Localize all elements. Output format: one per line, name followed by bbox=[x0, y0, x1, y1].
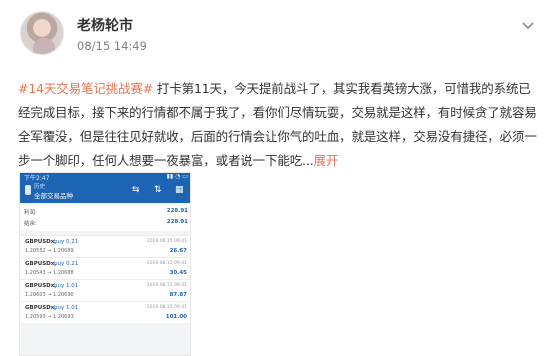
trade-prices: 1.20593 → 1.20693 bbox=[25, 314, 74, 320]
trade-side: buy 0.21 bbox=[54, 261, 79, 267]
trade-prices: 1.20603 → 1.20690 bbox=[25, 292, 74, 298]
summary-value: 228.91 bbox=[166, 208, 188, 214]
trade-prices: 1.20552 → 1.20689 bbox=[25, 248, 74, 254]
trade-profit: 101.00 bbox=[165, 314, 187, 320]
status-time: 下午2:47 bbox=[24, 175, 50, 182]
trade-time: 2019.08.15 09:41 bbox=[146, 239, 187, 244]
post-timestamp: 08/15 14:49 bbox=[77, 39, 147, 53]
trade-prices: 1.20543 → 1.20688 bbox=[25, 270, 74, 276]
avatar[interactable] bbox=[20, 11, 64, 55]
app-header: 下午2:47 ▮▮ ◔ ▭ 历史 全部交易品种 ⇆ ⇅ ▦ bbox=[20, 173, 190, 203]
summary-value: 228.91 bbox=[166, 219, 188, 225]
hashtag-link[interactable]: #14天交易笔记挑战赛# bbox=[18, 81, 153, 96]
back-arrow-icon bbox=[25, 185, 31, 195]
summary-label: 结余: bbox=[24, 221, 37, 227]
chevron-down-icon[interactable] bbox=[520, 17, 536, 33]
summary-row: 结余: 228.91 bbox=[24, 219, 188, 229]
trade-symbol: GBPUSDx, bbox=[25, 261, 57, 267]
trade-side: buy 1.01 bbox=[54, 305, 79, 311]
username[interactable]: 老杨轮市 bbox=[77, 15, 133, 35]
trade-time: 2019.08.15 09:41 bbox=[146, 283, 187, 288]
trade-row: GBPUSDx, buy 1.01 2019.08.15 09:41 1.205… bbox=[20, 301, 190, 323]
trade-row: GBPUSDx, buy 1.01 2019.08.15 09:41 1.206… bbox=[20, 279, 190, 301]
summary-label: 利润: bbox=[24, 210, 37, 216]
trade-time: 2019.08.15 09:41 bbox=[146, 305, 187, 310]
trade-symbol: GBPUSDx, bbox=[25, 305, 57, 311]
nav-subtitle: 历史 bbox=[34, 184, 46, 190]
trade-time: 2019.08.15 09:41 bbox=[146, 261, 187, 266]
trade-side: buy 1.01 bbox=[54, 283, 79, 289]
post-header: 老杨轮市 08/15 14:49 bbox=[20, 11, 540, 57]
swap-icon: ⇆ bbox=[132, 185, 140, 195]
status-icons: ▮▮ ◔ ▭ bbox=[166, 173, 188, 180]
summary-row: 利润: 228.91 bbox=[24, 208, 188, 218]
trade-symbol: GBPUSDx, bbox=[25, 239, 57, 245]
trade-symbol: GBPUSDx, bbox=[25, 283, 57, 289]
trade-side: buy 0.21 bbox=[54, 239, 79, 245]
expand-link[interactable]: 展开 bbox=[314, 153, 339, 168]
trade-profit: 26.67 bbox=[169, 248, 187, 254]
nav-title: 全部交易品种 bbox=[34, 192, 73, 200]
calendar-icon: ▦ bbox=[175, 185, 184, 195]
trade-row: GBPUSDx, buy 0.21 2019.08.15 09:41 1.205… bbox=[20, 235, 190, 257]
avatar-figure bbox=[33, 38, 55, 54]
account-summary: 利润: 228.91 结余: 228.91 bbox=[20, 205, 190, 231]
post-text: #14天交易笔记挑战赛# 打卡第11天，今天提前战斗了，其实我看英镑大涨，可惜我… bbox=[18, 77, 538, 173]
trade-profit: 30.45 bbox=[169, 270, 187, 276]
trade-row: GBPUSDx, buy 0.21 2019.08.15 09:41 1.205… bbox=[20, 257, 190, 279]
sort-icon: ⇅ bbox=[154, 185, 162, 195]
post-image[interactable]: 下午2:47 ▮▮ ◔ ▭ 历史 全部交易品种 ⇆ ⇅ ▦ 利润: 228.91… bbox=[19, 172, 191, 356]
trade-profit: 87.87 bbox=[169, 292, 187, 298]
